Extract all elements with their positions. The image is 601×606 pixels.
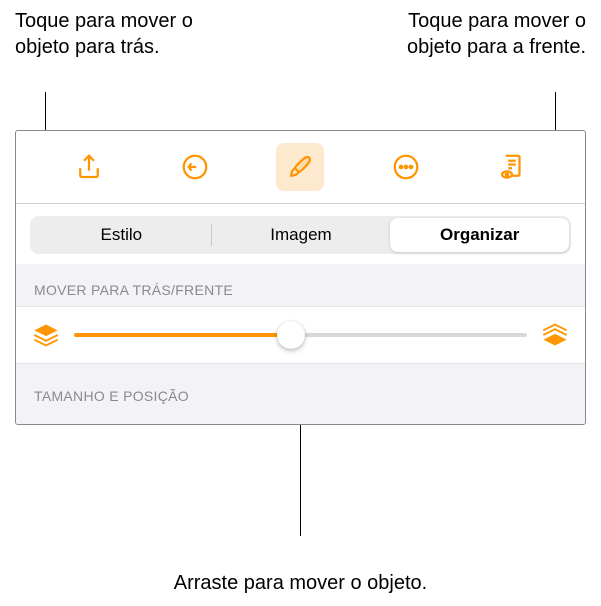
tab-image[interactable]: Imagem [212, 218, 391, 252]
layers-front-icon [541, 321, 569, 349]
format-panel: Estilo Imagem Organizar MOVER PARA TRÁS/… [15, 130, 586, 425]
share-button[interactable] [65, 143, 113, 191]
callout-front: Toque para mover o objeto para a frente. [386, 8, 586, 60]
tab-style[interactable]: Estilo [32, 218, 211, 252]
section-size-label: TAMANHO E POSIÇÃO [16, 364, 585, 424]
format-button[interactable] [276, 143, 324, 191]
format-tabs: Estilo Imagem Organizar [30, 216, 571, 254]
callout-back: Toque para mover o objeto para trás. [15, 8, 215, 60]
share-icon [74, 152, 104, 182]
layers-back-icon [32, 321, 60, 349]
arrange-panel: MOVER PARA TRÁS/FRENTE [16, 264, 585, 424]
toolbar [16, 131, 585, 204]
more-button[interactable] [382, 143, 430, 191]
z-order-slider[interactable] [74, 321, 527, 349]
slider-thumb[interactable] [277, 321, 305, 349]
document-eye-icon [497, 152, 527, 182]
slider-track [291, 333, 527, 337]
section-move-label: MOVER PARA TRÁS/FRENTE [16, 264, 585, 306]
paintbrush-icon [285, 152, 315, 182]
undo-icon [180, 152, 210, 182]
tab-arrange[interactable]: Organizar [390, 218, 569, 252]
callout-drag: Arraste para mover o objeto. [0, 570, 601, 596]
move-front-button[interactable] [539, 319, 571, 351]
move-back-button[interactable] [30, 319, 62, 351]
undo-button[interactable] [171, 143, 219, 191]
reader-button[interactable] [488, 143, 536, 191]
more-icon [391, 152, 421, 182]
slider-fill [74, 333, 291, 337]
z-order-row [16, 306, 585, 364]
